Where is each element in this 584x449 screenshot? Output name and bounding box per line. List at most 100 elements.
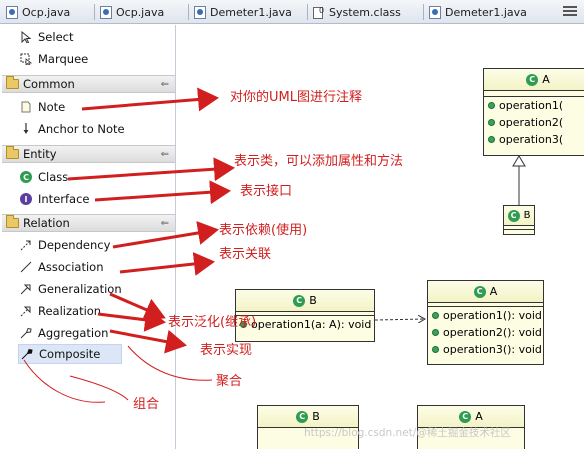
collapse-icon[interactable]: ⇐ <box>161 79 169 90</box>
dependency-icon <box>20 239 32 251</box>
class-name: A <box>475 410 483 423</box>
drawer-relation[interactable]: Relation ⇐ <box>2 214 175 232</box>
uml-class-a-mid[interactable]: CA operation1(): void operation2(): void… <box>427 280 544 365</box>
class-icon: C <box>296 410 309 423</box>
anchor-icon <box>20 123 32 135</box>
uml-class-b-top[interactable]: CB <box>503 205 535 235</box>
class-file-icon <box>313 6 325 19</box>
class-name: B <box>312 410 320 423</box>
palette-item-label: Select <box>38 30 74 44</box>
tab-label: Demeter1.java <box>210 5 292 19</box>
annotation-association: 表示关联 <box>219 247 272 262</box>
uml-class-a-top[interactable]: CA operation1( operation2( operation3( <box>483 68 584 156</box>
public-method-icon <box>432 346 439 353</box>
annotation-class: 表示类，可以添加属性和方法 <box>234 154 404 169</box>
class-name: B <box>309 294 317 307</box>
editor-tab[interactable]: System.class <box>313 3 401 21</box>
palette-item-class[interactable]: C Class <box>20 167 68 187</box>
drawer-label: Relation <box>23 216 70 230</box>
annotation-composite: 组合 <box>133 397 160 412</box>
palette-item-label: Note <box>38 100 66 114</box>
annotation-generalization: 表示泛化(继承) <box>168 315 257 330</box>
tab-label: Demeter1.java <box>445 5 527 19</box>
editor-tab[interactable]: Ocp.java <box>6 3 70 21</box>
operation-row[interactable]: operation2( <box>484 114 584 131</box>
folder-icon <box>6 76 19 89</box>
tab-label: Ocp.java <box>116 5 165 19</box>
palette-item-association[interactable]: Association <box>20 257 103 277</box>
palette-item-dependency[interactable]: Dependency <box>20 235 110 255</box>
public-method-icon <box>432 329 439 336</box>
palette-item-interface[interactable]: I Interface <box>20 189 90 209</box>
java-file-icon <box>100 5 112 19</box>
palette-item-label: Class <box>38 170 69 184</box>
palette-tool-marquee[interactable]: Marquee <box>20 49 88 69</box>
class-icon: C <box>526 73 539 86</box>
palette-item-aggregation[interactable]: Aggregation <box>20 323 108 343</box>
realization-icon <box>20 305 32 317</box>
operation-row[interactable]: operation3(): void <box>428 341 543 358</box>
annotation-dependency: 表示依赖(使用) <box>219 223 308 238</box>
association-icon <box>20 261 32 273</box>
operation-row[interactable]: operation1(a: A): void <box>236 316 374 333</box>
operation-row[interactable]: operation1( <box>484 97 584 114</box>
annotation-note: 对你的UML图进行注释 <box>230 90 362 105</box>
palette-item-note[interactable]: Note <box>20 97 65 117</box>
palette-item-label: Association <box>38 260 104 274</box>
palette-item-generalization[interactable]: Generalization <box>20 279 122 299</box>
editor-tab[interactable]: Ocp.java <box>100 3 164 21</box>
note-icon <box>20 101 32 113</box>
palette-item-composite[interactable]: Composite <box>18 344 122 364</box>
class-icon: C <box>473 285 486 298</box>
drawer-entity[interactable]: Entity ⇐ <box>2 145 175 163</box>
drawer-common[interactable]: Common ⇐ <box>2 75 175 93</box>
palette-tool-select[interactable]: Select <box>20 27 73 47</box>
java-file-icon <box>429 5 441 19</box>
class-name: A <box>489 285 498 298</box>
palette-panel: Select Marquee Common ⇐ Note Anchor to N… <box>0 25 176 449</box>
interface-icon: I <box>20 193 32 205</box>
folder-icon <box>6 146 19 159</box>
tab-label: System.class <box>329 5 401 19</box>
editor-tab[interactable]: Demeter1.java <box>429 3 527 21</box>
palette-item-label: Interface <box>38 192 90 206</box>
generalization-icon <box>20 283 32 295</box>
class-name: A <box>542 73 550 86</box>
view-menu-icon[interactable] <box>563 6 577 18</box>
annotation-aggregation: 聚合 <box>216 374 243 389</box>
operation-row[interactable]: operation2(): void <box>428 324 543 341</box>
select-arrow-icon <box>20 30 32 44</box>
class-icon: C <box>293 294 306 307</box>
palette-item-label: Marquee <box>38 52 89 66</box>
drawer-label: Entity <box>23 147 57 161</box>
palette-item-label: Dependency <box>38 238 111 252</box>
drawer-label: Common <box>23 77 75 91</box>
palette-item-label: Composite <box>39 347 101 361</box>
collapse-icon[interactable]: ⇐ <box>161 149 169 160</box>
folder-icon <box>6 215 19 228</box>
composite-icon <box>21 348 33 360</box>
collapse-icon[interactable]: ⇐ <box>161 218 169 229</box>
annotation-interface: 表示接口 <box>240 184 293 199</box>
palette-item-label: Generalization <box>38 282 122 296</box>
class-icon: C <box>459 410 472 423</box>
aggregation-icon <box>20 327 32 339</box>
palette-item-label: Aggregation <box>38 326 109 340</box>
class-icon: C <box>507 209 520 222</box>
java-file-icon <box>194 5 206 19</box>
palette-item-label: Anchor to Note <box>38 122 125 136</box>
tab-label: Ocp.java <box>22 5 71 19</box>
editor-tab[interactable]: Demeter1.java <box>194 3 292 21</box>
palette-item-label: Realization <box>38 304 102 318</box>
marquee-icon <box>20 53 33 67</box>
public-method-icon <box>488 119 495 126</box>
operation-row[interactable]: operation3( <box>484 131 584 148</box>
class-name: B <box>523 210 531 221</box>
public-method-icon <box>488 102 495 109</box>
palette-item-realization[interactable]: Realization <box>20 301 101 321</box>
palette-item-anchor[interactable]: Anchor to Note <box>20 119 125 139</box>
java-file-icon <box>6 5 18 19</box>
watermark: https://blog.csdn.net/@稀土掘金技术社区 <box>304 427 511 439</box>
public-method-icon <box>432 312 439 319</box>
operation-row[interactable]: operation1(): void <box>428 307 543 324</box>
